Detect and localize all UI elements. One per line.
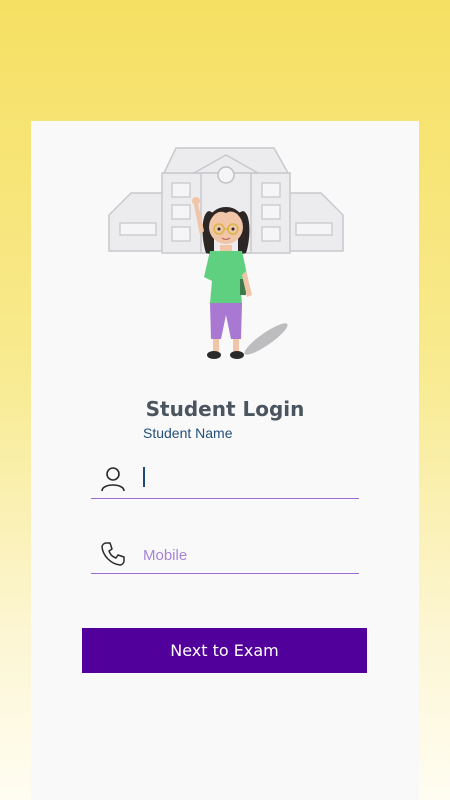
text-cursor — [143, 467, 145, 487]
mobile-placeholder: Mobile — [143, 547, 188, 564]
page-title: Student Login — [145, 397, 305, 421]
student-name-label: Student Name — [143, 425, 233, 441]
student-name-underline — [91, 498, 359, 499]
mobile-field[interactable]: Mobile — [91, 534, 359, 574]
phone-icon — [101, 542, 125, 566]
login-card: Student Login Student Name Mobile Next t… — [31, 121, 419, 800]
person-icon — [101, 467, 125, 492]
next-to-exam-button[interactable]: Next to Exam — [82, 628, 367, 673]
mobile-underline — [91, 573, 359, 574]
student-name-field[interactable] — [91, 459, 359, 499]
student-school-illustration — [108, 147, 344, 359]
